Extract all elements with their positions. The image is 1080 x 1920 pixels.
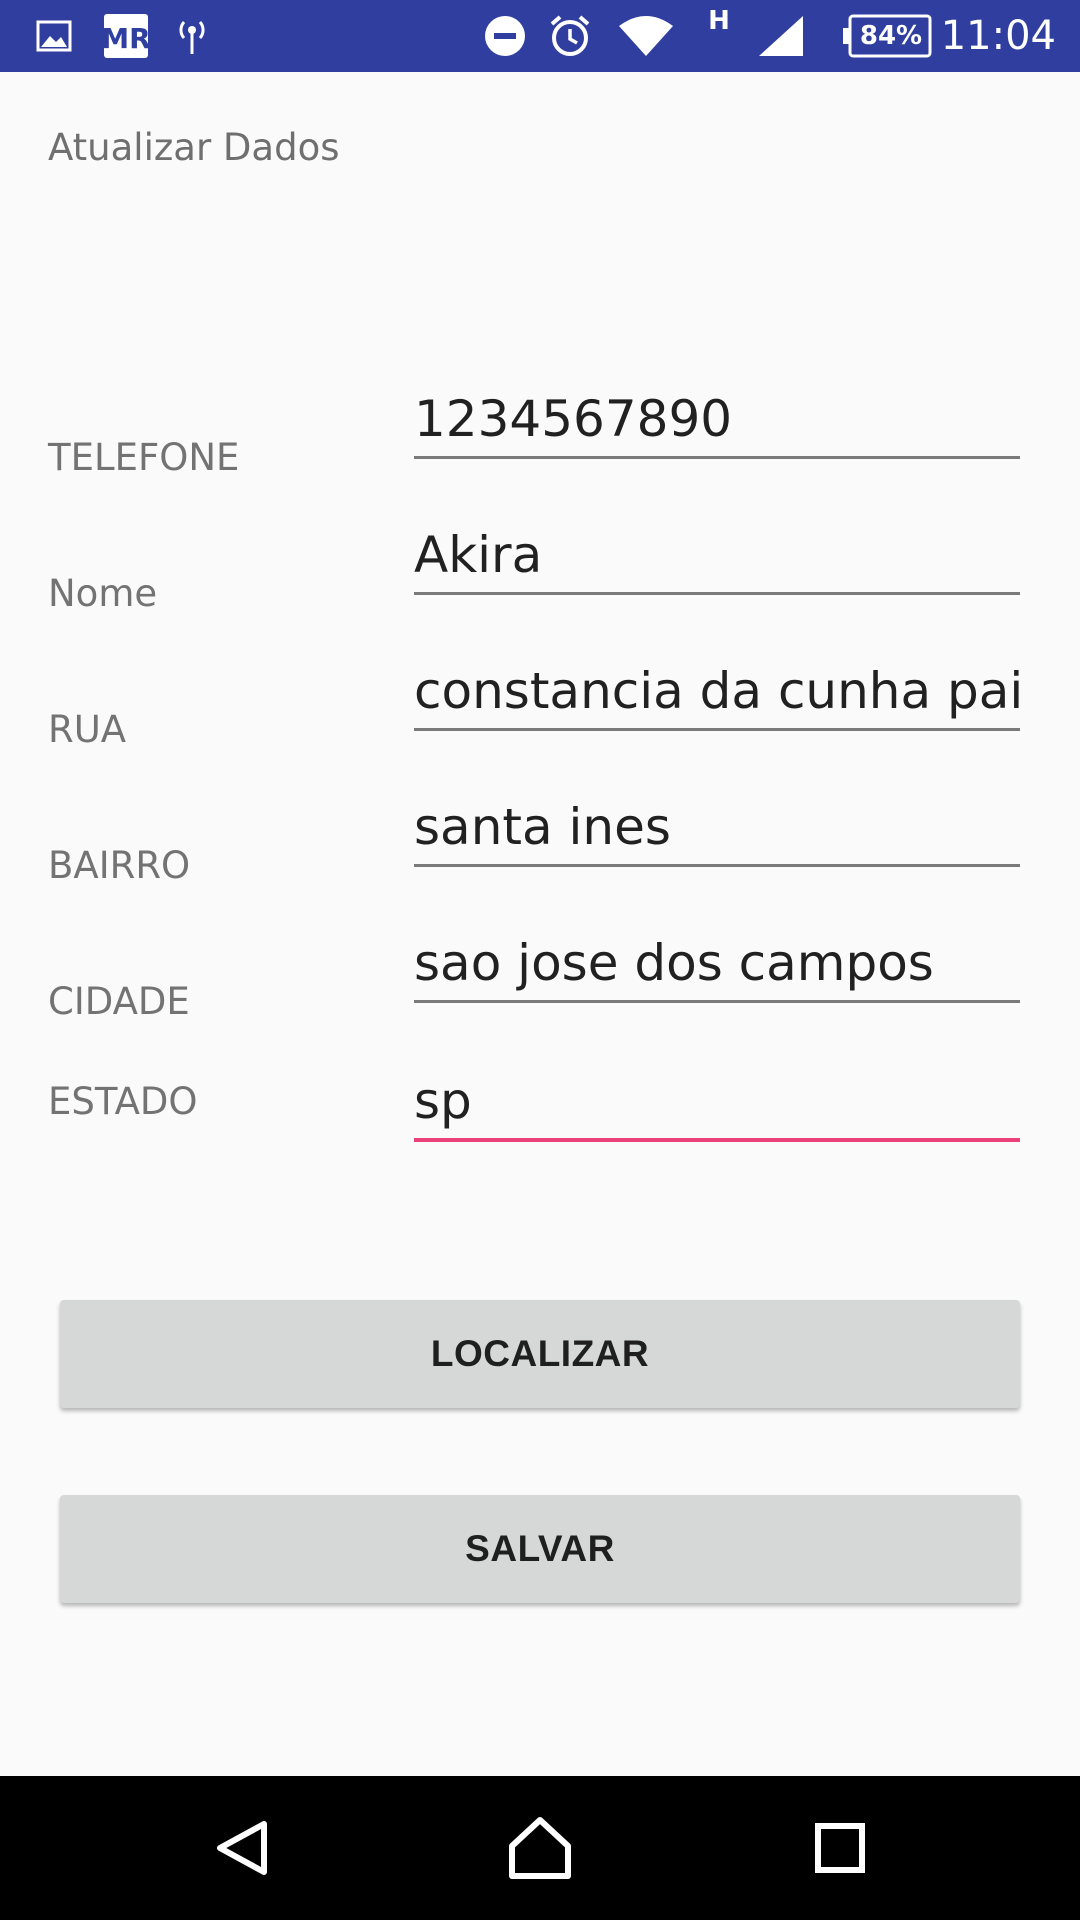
wifi-icon	[616, 0, 676, 72]
back-icon[interactable]	[170, 1776, 314, 1920]
telefone-label: TELEFONE	[48, 436, 240, 479]
rua-label: RUA	[48, 708, 127, 751]
rua-field[interactable]: constancia da cunha paiv	[414, 658, 1020, 731]
nome-field[interactable]: Akira	[414, 522, 1020, 595]
battery-percent: 84%	[859, 21, 923, 51]
salvar-button[interactable]: SALVAR	[60, 1495, 1020, 1603]
localizar-button[interactable]: LOCALIZAR	[60, 1300, 1020, 1408]
recents-icon[interactable]	[768, 1776, 912, 1920]
network-type-label: H	[708, 6, 730, 36]
cidade-field[interactable]: sao jose dos campos	[414, 930, 1020, 1003]
home-icon[interactable]	[468, 1776, 612, 1920]
estado-field[interactable]: sp	[414, 1068, 1020, 1142]
hotspot-icon	[174, 0, 210, 72]
bairro-field[interactable]: santa ines	[414, 794, 1020, 867]
clock: 11:04	[940, 13, 1056, 59]
battery-icon: 84%	[842, 0, 932, 72]
bairro-label: BAIRRO	[48, 844, 191, 887]
svg-text:MR: MR	[102, 22, 150, 55]
estado-label: ESTADO	[48, 1080, 198, 1123]
image-icon	[34, 0, 74, 72]
do-not-disturb-icon	[482, 0, 528, 72]
cell-signal-icon	[756, 0, 806, 72]
cidade-label: CIDADE	[48, 980, 190, 1023]
nome-label: Nome	[48, 572, 158, 615]
navigation-bar	[0, 1776, 1080, 1920]
mr-app-icon: MR	[101, 0, 151, 72]
telefone-field[interactable]: 1234567890	[414, 386, 1020, 459]
page-title: Atualizar Dados	[48, 126, 340, 169]
status-bar: MR H 84% 11:04	[0, 0, 1080, 72]
alarm-icon	[546, 0, 594, 72]
